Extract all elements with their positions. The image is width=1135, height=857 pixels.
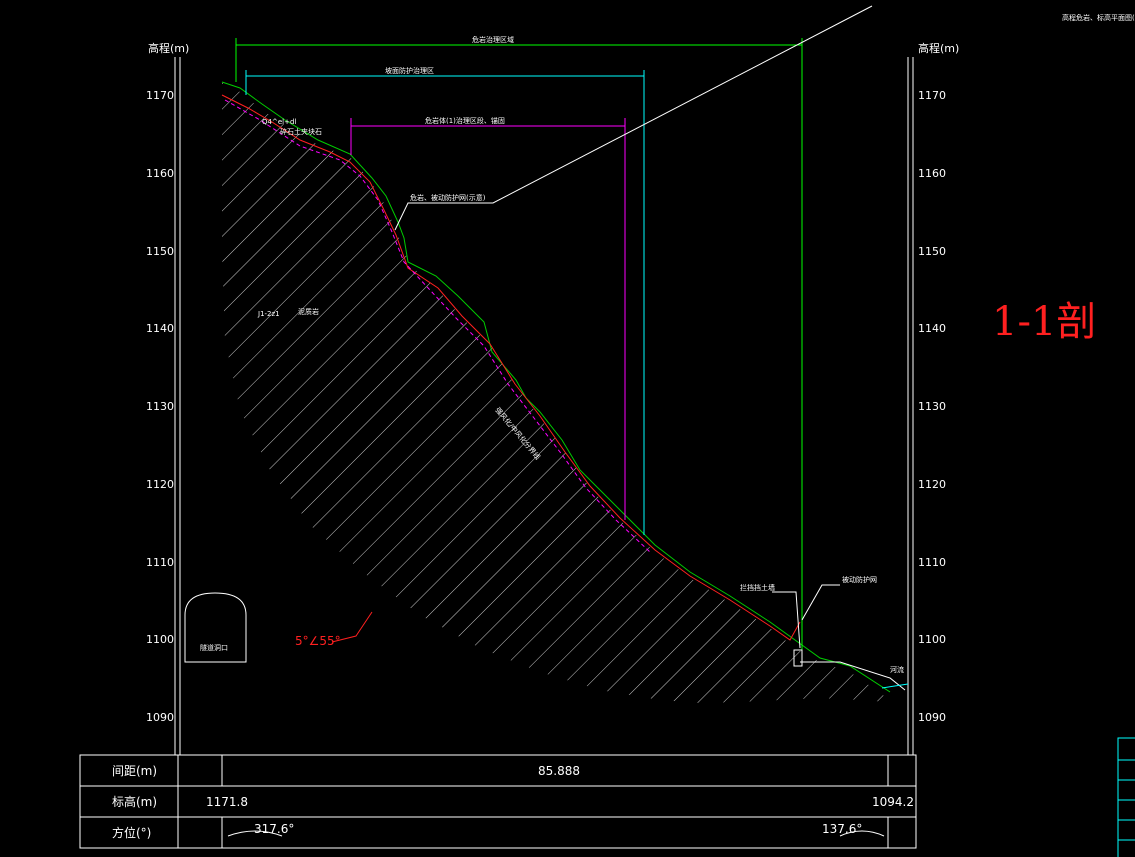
left-ticks: 1170 1160 1150 1140 1130 1120 1110 1100 … bbox=[146, 89, 174, 724]
wall-label: 拦挡挡土墙 bbox=[740, 583, 775, 592]
tick-1150: 1150 bbox=[146, 245, 174, 258]
row-label-elevation: 标高(m) bbox=[112, 794, 157, 809]
tick-1170: 1170 bbox=[146, 89, 174, 102]
tick-r-1140: 1140 bbox=[918, 322, 946, 335]
tick-r-1120: 1120 bbox=[918, 478, 946, 491]
tick-1120: 1120 bbox=[146, 478, 174, 491]
rock-ref-2: 碎石土夹块石 bbox=[280, 127, 322, 136]
elevation-right: 1094.2 bbox=[872, 795, 914, 809]
tick-1130: 1130 bbox=[146, 400, 174, 413]
tick-1140: 1140 bbox=[146, 322, 174, 335]
right-ticks: 1170 1160 1150 1140 1130 1120 1110 1100 … bbox=[918, 89, 946, 724]
row-label-azimuth: 方位(°) bbox=[112, 825, 151, 840]
tick-r-1100: 1100 bbox=[918, 633, 946, 646]
tick-r-1090: 1090 bbox=[918, 711, 946, 724]
unit-name: 泥质岩 bbox=[298, 307, 319, 316]
elevation-left: 1171.8 bbox=[206, 795, 248, 809]
tick-1090: 1090 bbox=[146, 711, 174, 724]
handwritten-section-mark: 1-1剖 bbox=[992, 299, 1096, 345]
tick-r-1170: 1170 bbox=[918, 89, 946, 102]
distance-value: 85.888 bbox=[538, 764, 580, 778]
rock-ref: Q4^el+dl bbox=[262, 118, 296, 126]
tick-r-1110: 1110 bbox=[918, 556, 946, 569]
tick-r-1150: 1150 bbox=[918, 245, 946, 258]
tunnel-label: 隧道洞口 bbox=[200, 643, 228, 652]
water-label: 河流 bbox=[890, 665, 904, 674]
tick-r-1160: 1160 bbox=[918, 167, 946, 180]
water-surface bbox=[881, 683, 909, 689]
tick-1160: 1160 bbox=[146, 167, 174, 180]
right-axis-label: 高程(m) bbox=[918, 41, 959, 55]
dip-label: 5°∠55° bbox=[295, 634, 341, 648]
dim-middle-label: 坡面防护治理区 bbox=[385, 66, 434, 75]
rock-hatch bbox=[222, 82, 890, 703]
dim-inner-label: 危岩体(1)治理区段、锚固 bbox=[425, 116, 505, 125]
side-table-stub bbox=[1117, 737, 1135, 857]
tick-1100: 1100 bbox=[146, 633, 174, 646]
title-note: 高程危岩、标高平面图(示意) bbox=[1062, 13, 1135, 22]
azimuth-right: 137.6° bbox=[822, 822, 862, 836]
tick-1110: 1110 bbox=[146, 556, 174, 569]
left-axis-label: 高程(m) bbox=[148, 41, 189, 55]
leader-top-label: 危岩、被动防护网(示意) bbox=[410, 193, 486, 202]
net-label: 被动防护网 bbox=[842, 575, 877, 584]
row-label-distance: 间距(m) bbox=[112, 764, 157, 778]
unit-code: J1-2z1 bbox=[257, 310, 280, 318]
dim-top-label: 危岩治理区域 bbox=[472, 35, 514, 44]
tick-r-1130: 1130 bbox=[918, 400, 946, 413]
cad-section-drawing: 高程(m) 高程(m) 1170 1160 1150 1140 1130 112… bbox=[79, 5, 1135, 857]
